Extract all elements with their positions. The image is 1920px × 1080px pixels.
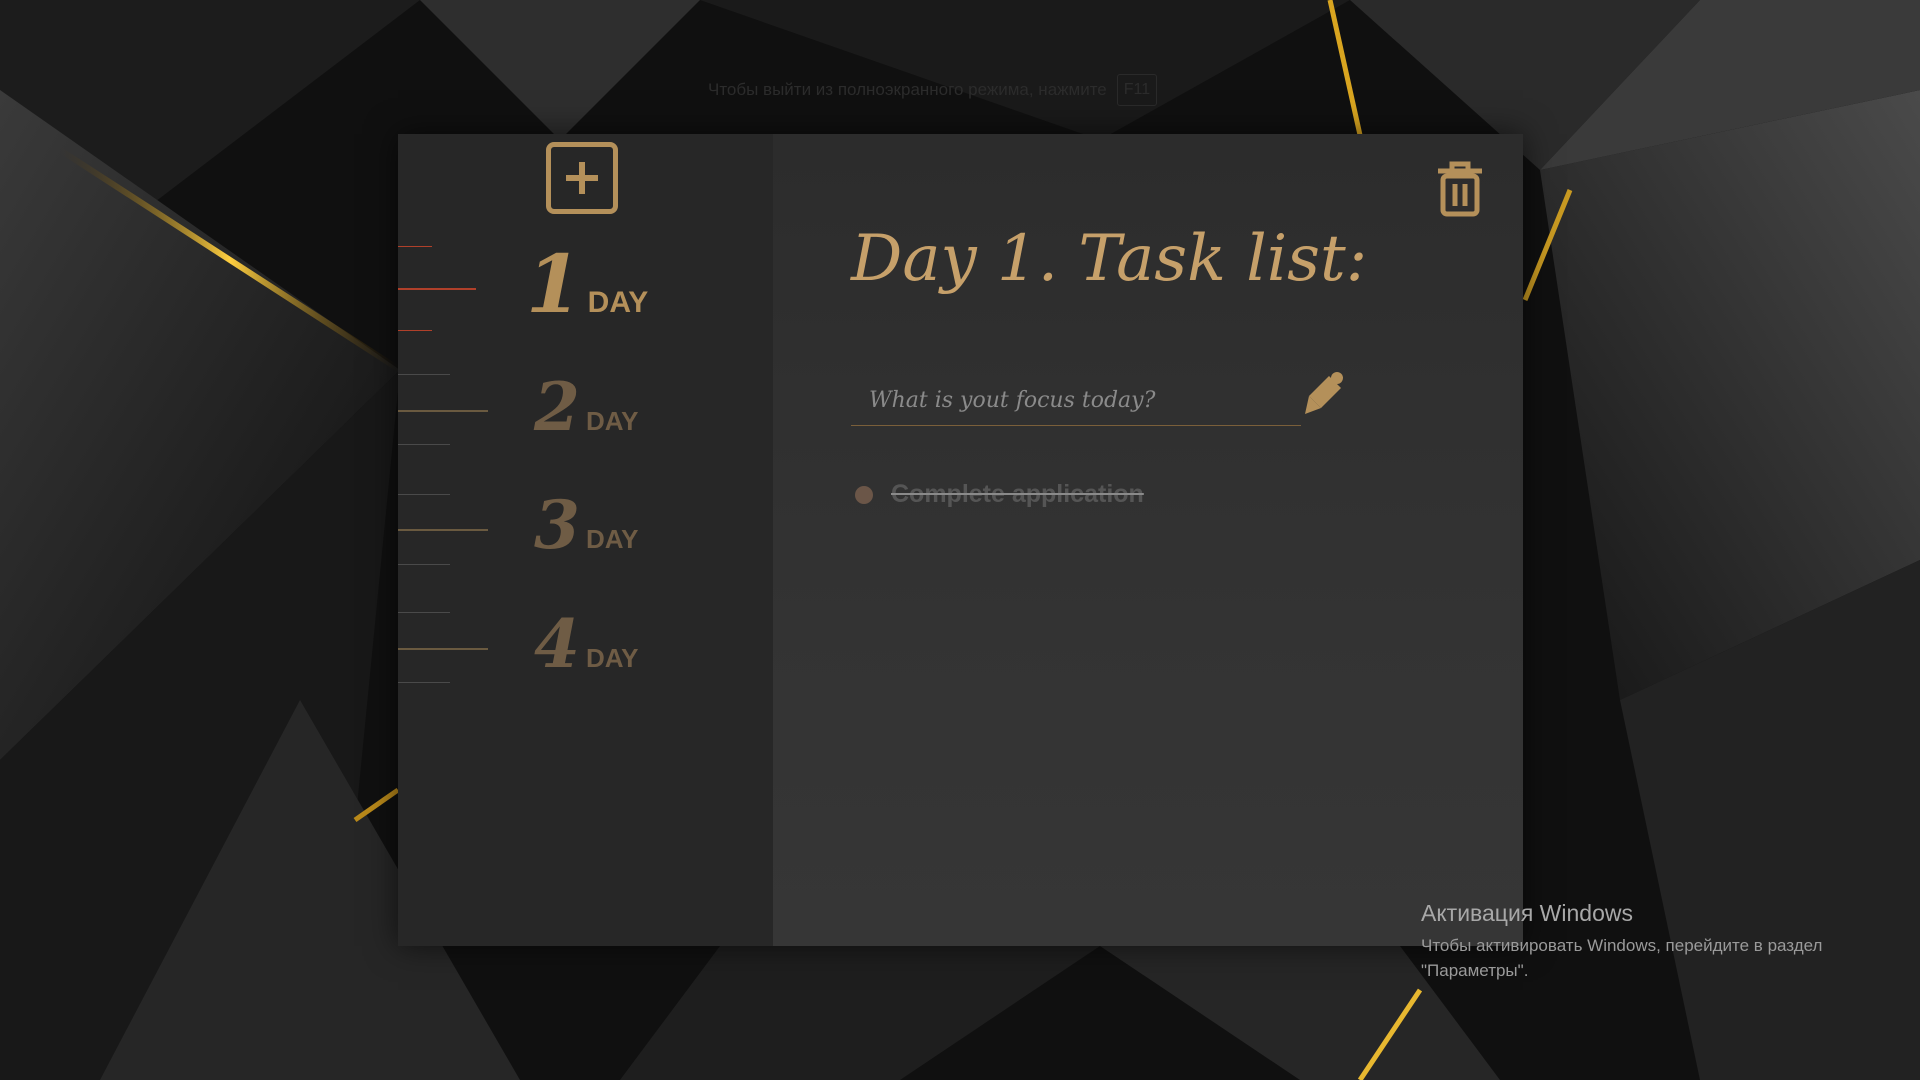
day-tab-3[interactable]: 3 DAY [534,492,638,558]
day-tab-2[interactable]: 2 DAY [534,374,638,440]
day-sidebar: 1 DAY 2 DAY 3 DAY 4 DAY [398,134,773,946]
activation-title: Активация Windows [1421,900,1633,926]
add-task-button[interactable] [1301,372,1345,416]
day-label: DAY [585,406,639,436]
day-number: 3 [534,486,580,564]
day-label: DAY [585,643,639,673]
windows-activation-watermark: Активация Windows Чтобы активировать Win… [1421,900,1861,983]
day-number: 1 [526,237,582,331]
day-label: DAY [587,286,649,319]
trash-icon [1438,161,1482,217]
day-number: 2 [534,368,580,446]
fullscreen-hint: Чтобы выйти из полноэкранного режима, на… [708,70,1158,110]
todo-app: 1 DAY 2 DAY 3 DAY 4 DAY Day 1. Task list… [398,134,1523,946]
task-complete-toggle[interactable] [855,485,873,504]
day-label: DAY [585,524,639,554]
task-input[interactable] [851,376,1301,426]
page-title: Day 1. Task list: [851,222,1368,296]
activation-message: Чтобы активировать Windows, перейдите в … [1421,933,1861,983]
day-number: 4 [534,605,580,683]
task-panel: Day 1. Task list: Complete application [773,134,1523,946]
day-tab-1[interactable]: 1 DAY [526,244,648,324]
delete-day-button[interactable] [1435,160,1485,218]
day-tab-4[interactable]: 4 DAY [534,611,638,677]
pen-icon [1305,372,1343,414]
activation-line-2: "Параметры". [1421,961,1529,980]
task-item: Complete application [855,480,1144,509]
fullscreen-hint-text: Чтобы выйти из полноэкранного режима, на… [708,80,1107,99]
add-day-button[interactable] [546,142,618,214]
task-text: Complete application [891,480,1144,508]
activation-line-1: Чтобы активировать Windows, перейдите в … [1421,936,1823,955]
fullscreen-key: F11 [1116,74,1158,106]
